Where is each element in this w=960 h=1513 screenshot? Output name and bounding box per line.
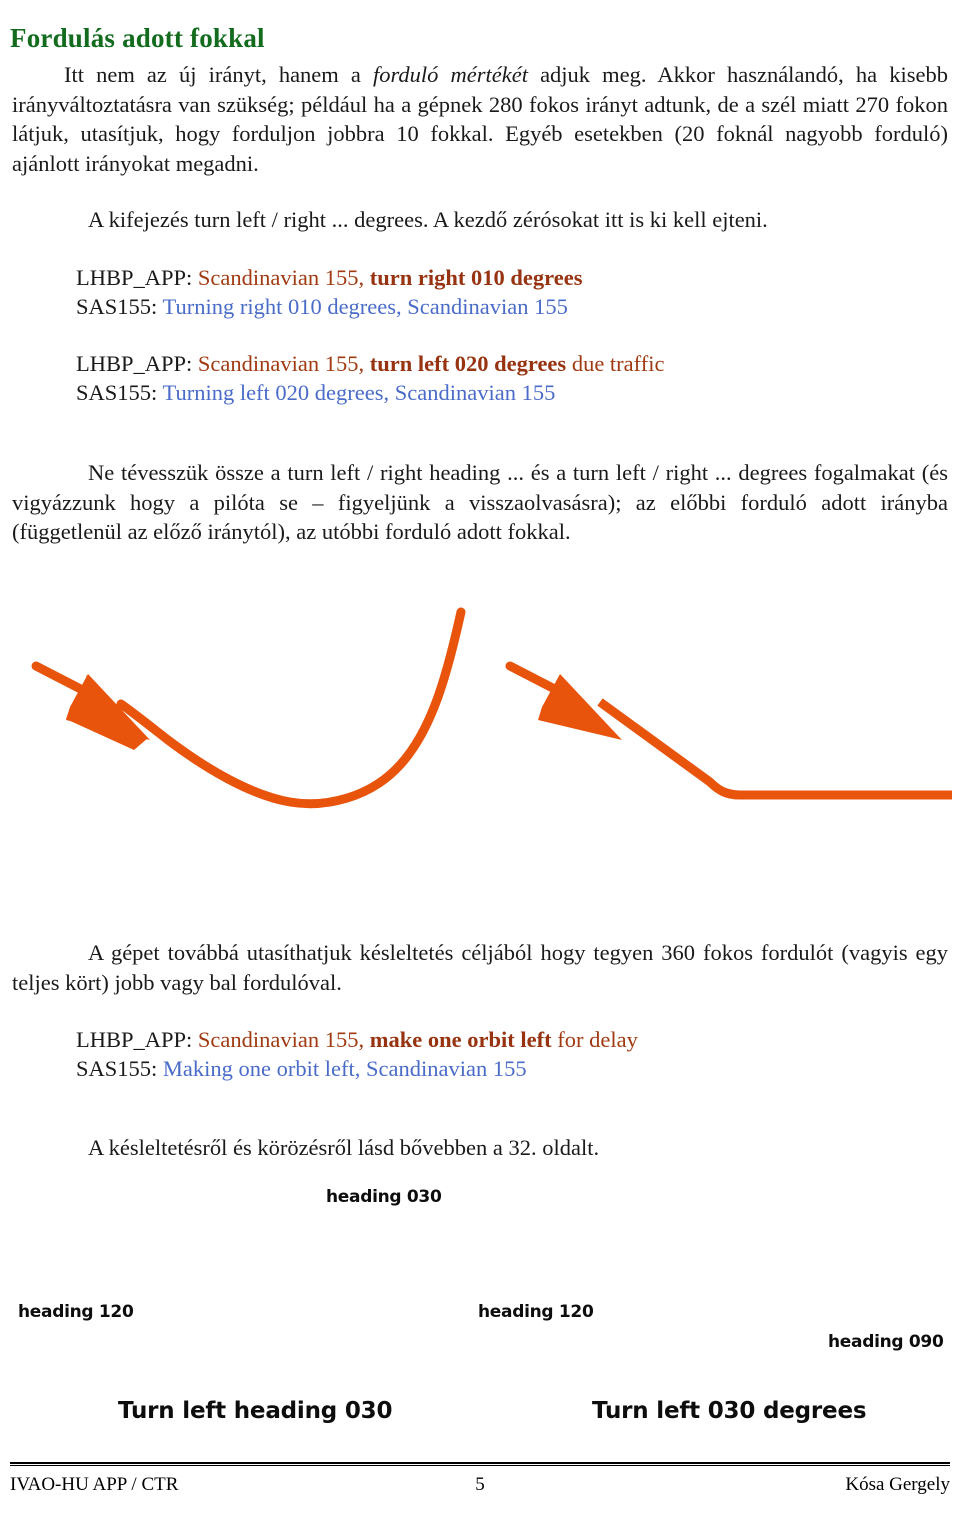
pilot-station-label: SAS155: [76, 380, 163, 405]
right-turn-diagram [505, 661, 952, 800]
paragraph-kesleltetes: A késleltetésről és körözésről lásd bőve… [88, 1135, 600, 1160]
footer-page-number: 5 [475, 1474, 485, 1495]
atc-station-label: LHBP_APP: [76, 1027, 198, 1052]
pilot-line: SAS155: Making one orbit left, Scandinav… [76, 1054, 638, 1083]
pilot-readback: Turning left 020 degrees, Scandinavian 1… [162, 380, 556, 405]
left-diagram-end-label: heading 120 [18, 1302, 134, 1322]
page-title: Fordulás adott fokkal [10, 23, 265, 54]
atc-line: LHBP_APP: Scandinavian 155, make one orb… [76, 1025, 638, 1054]
document-page: Fordulás adott fokkal Itt nem az új irán… [0, 0, 960, 1513]
paragraph-ne-tevesszuk: Ne tévesszük össze a turn left / right h… [12, 460, 948, 544]
right-diagram-caption: Turn left 030 degrees [592, 1398, 867, 1424]
radio-exchange-turn-left-020: LHBP_APP: Scandinavian 155, turn left 02… [76, 349, 664, 407]
atc-message-plain2: due traffic [566, 351, 665, 376]
atc-line: LHBP_APP: Scandinavian 155, turn right 0… [76, 263, 582, 292]
paragraph-kifejezes: A kifejezés turn left / right ... degree… [88, 207, 768, 232]
left-diagram-start-label: heading 030 [326, 1187, 442, 1207]
intro-text-part1: Itt nem az új irányt, hanem a [64, 62, 373, 87]
left-turn-diagram [31, 607, 466, 809]
paragraph-gepet: A gépet továbbá utasíthatjuk késleltetés… [12, 940, 948, 995]
turn-diagram-svg [31, 607, 952, 809]
atc-message-emphasis: make one orbit left [369, 1027, 552, 1052]
atc-message-plain1: Scandinavian 155, [197, 351, 370, 376]
pilot-readback: Making one orbit left, Scandinavian 155 [162, 1056, 527, 1081]
atc-message-emphasis: turn right 010 degrees [369, 265, 583, 290]
footer-divider [10, 1462, 950, 1466]
pilot-station-label: SAS155: [76, 1056, 163, 1081]
atc-station-label: LHBP_APP: [76, 351, 198, 376]
paragraph-intro: Itt nem az új irányt, hanem a forduló mé… [12, 60, 948, 178]
atc-message-plain1: Scandinavian 155, [197, 1027, 370, 1052]
pilot-line: SAS155: Turning right 010 degrees, Scand… [76, 292, 582, 321]
atc-message-emphasis: turn left 020 degrees [369, 351, 567, 376]
right-diagram-start-label: heading 090 [828, 1332, 944, 1352]
left-diagram-caption: Turn left heading 030 [118, 1398, 393, 1424]
atc-line: LHBP_APP: Scandinavian 155, turn left 02… [76, 349, 664, 378]
atc-message: Scandinavian 155, turn right 010 degrees [198, 265, 583, 290]
figure-turn-diagrams: heading 030 heading 120 Turn left headin… [0, 580, 960, 1424]
atc-message-plain1: Scandinavian 155, [197, 265, 370, 290]
atc-message-plain2: for delay [551, 1027, 638, 1052]
atc-station-label: LHBP_APP: [76, 265, 198, 290]
right-diagram-end-label: heading 120 [478, 1302, 594, 1322]
pilot-station-label: SAS155: [76, 294, 163, 319]
radio-exchange-make-one-orbit-left: LHBP_APP: Scandinavian 155, make one orb… [76, 1025, 638, 1083]
pilot-line: SAS155: Turning left 020 degrees, Scandi… [76, 378, 664, 407]
atc-message: Scandinavian 155, turn left 020 degrees … [198, 351, 665, 376]
left-turn-path [116, 607, 466, 809]
right-turn-path [597, 698, 952, 800]
intro-text-italic: forduló mértékét [372, 62, 528, 87]
pilot-readback: Turning right 010 degrees, Scandinavian … [162, 294, 568, 319]
footer-author: Kósa Gergely [845, 1474, 950, 1495]
atc-message: Scandinavian 155, make one orbit left fo… [198, 1027, 638, 1052]
radio-exchange-turn-right-010: LHBP_APP: Scandinavian 155, turn right 0… [76, 263, 582, 321]
